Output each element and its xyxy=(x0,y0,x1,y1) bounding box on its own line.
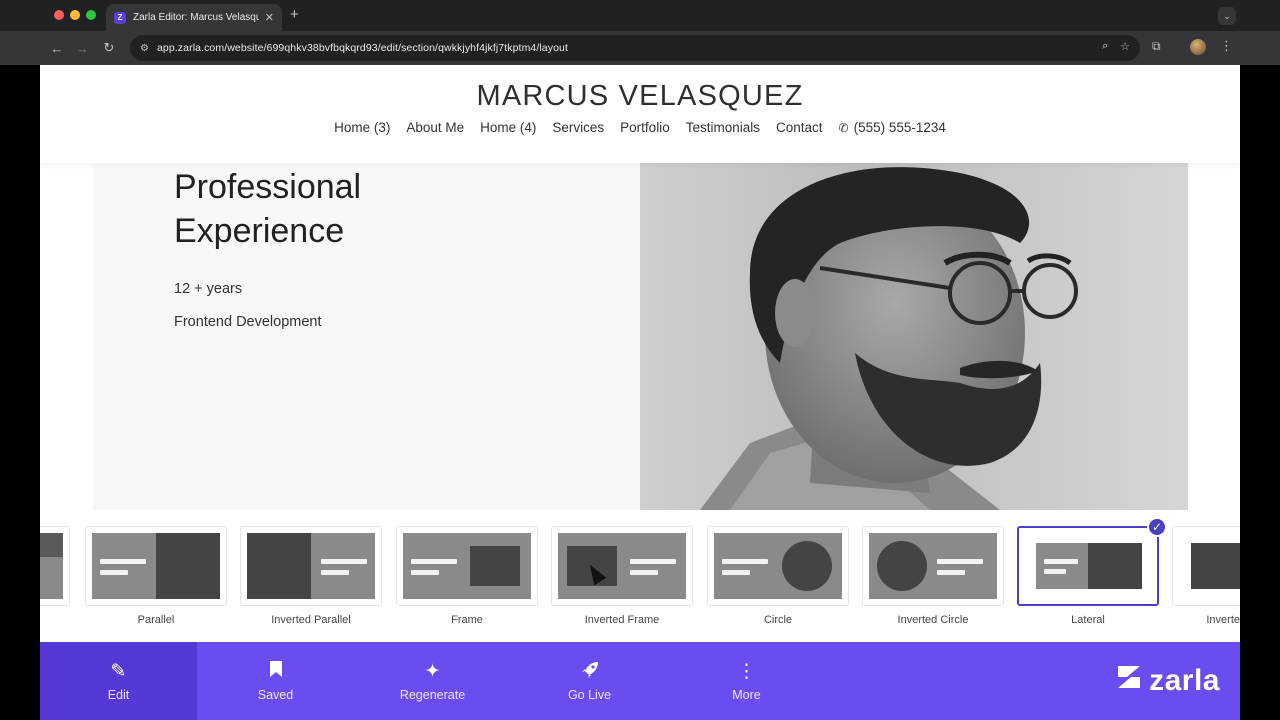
nav-services[interactable]: Services xyxy=(552,120,604,135)
layout-thumbnail xyxy=(247,533,375,599)
go-live-label: Go Live xyxy=(567,688,612,702)
layout-thumbnail xyxy=(40,533,63,599)
extensions-puzzle-icon[interactable]: ⧉ xyxy=(1152,39,1161,54)
more-vertical-icon: ⋮ xyxy=(737,661,756,682)
nav-testimonials[interactable]: Testimonials xyxy=(686,120,760,135)
portrait-illustration xyxy=(700,167,1078,510)
tab-search-chevron-icon[interactable]: ⌄ xyxy=(1218,7,1236,25)
section-heading[interactable]: Professional Experience xyxy=(174,165,494,253)
saved-button[interactable]: Saved xyxy=(197,642,354,720)
saved-label: Saved xyxy=(257,688,294,702)
bookmark-star-icon[interactable]: ☆ xyxy=(1120,40,1130,53)
layout-label-inverted-circle: Inverted Circle xyxy=(897,614,969,626)
browser-tab[interactable]: Z Zarla Editor: Marcus Velasquez ✕ xyxy=(106,4,282,31)
close-window-button[interactable] xyxy=(54,10,64,20)
experience-role[interactable]: Frontend Development xyxy=(174,314,322,330)
layout-label-parallel: Parallel xyxy=(137,614,175,626)
layout-label-inverted-partial: Inverte xyxy=(1206,614,1240,626)
layout-thumbnail xyxy=(92,533,220,599)
minimize-window-button[interactable] xyxy=(70,10,80,20)
more-button[interactable]: ⋮ More xyxy=(668,642,825,720)
editor-bottom-bar: ✎ Edit Saved ✦ Regenerate Go Live ⋮ More xyxy=(40,642,1240,720)
layout-card-inverted-parallel[interactable] xyxy=(240,526,382,606)
nav-about-me[interactable]: About Me xyxy=(406,120,464,135)
layout-card-inverted-frame[interactable] xyxy=(551,526,693,606)
phone-number: (555) 555-1234 xyxy=(853,120,946,135)
regenerate-label: Regenerate xyxy=(399,688,466,702)
zarla-logo-mark-icon xyxy=(1115,664,1143,697)
zarla-wordmark: zarla xyxy=(1149,663,1220,697)
editor-page: MARCUS VELASQUEZ Home (3) About Me Home … xyxy=(40,65,1240,720)
site-title[interactable]: MARCUS VELASQUEZ xyxy=(40,80,1240,113)
layout-label-inverted-frame: Inverted Frame xyxy=(584,614,660,626)
layout-label-circle: Circle xyxy=(763,614,793,626)
nav-portfolio[interactable]: Portfolio xyxy=(620,120,670,135)
more-label: More xyxy=(732,688,761,702)
layout-thumbnail xyxy=(1179,533,1240,599)
layout-thumbnail xyxy=(403,533,531,599)
regenerate-button[interactable]: ✦ Regenerate xyxy=(354,642,511,720)
phone-icon: ✆ xyxy=(838,121,849,135)
layout-thumbnail xyxy=(558,533,686,599)
layout-thumbnail xyxy=(1024,533,1152,599)
edit-button[interactable]: ✎ Edit xyxy=(40,642,197,720)
back-arrow-icon[interactable]: ← xyxy=(48,39,66,57)
browser-toolbar: ← → ↻ ⚙ app.zarla.com/website/699qhkv38b… xyxy=(0,31,1280,65)
maximize-window-button[interactable] xyxy=(86,10,96,20)
sparkle-icon: ✦ xyxy=(424,661,441,682)
bookmark-icon xyxy=(269,660,283,684)
zoom-icon[interactable]: ⌕ xyxy=(1102,40,1108,53)
browser-menu-icon[interactable]: ⋮ xyxy=(1220,38,1233,54)
layout-picker: Parallel Inverted Parallel Frame Inverte… xyxy=(40,510,1240,642)
site-header: MARCUS VELASQUEZ Home (3) About Me Home … xyxy=(40,65,1240,163)
layout-label-lateral: Lateral xyxy=(1071,614,1105,626)
layout-thumbnail xyxy=(714,533,842,599)
forward-arrow-icon[interactable]: → xyxy=(73,39,91,57)
pencil-icon: ✎ xyxy=(110,661,127,682)
layout-card-inverted-circle[interactable] xyxy=(862,526,1004,606)
zarla-favicon-icon: Z xyxy=(114,11,126,24)
selected-check-icon: ✓ xyxy=(1147,517,1167,537)
layout-card-circle[interactable] xyxy=(707,526,849,606)
tab-close-icon[interactable]: ✕ xyxy=(265,11,274,24)
site-settings-icon[interactable]: ⚙ xyxy=(140,43,149,54)
tab-title: Zarla Editor: Marcus Velasquez xyxy=(133,12,259,23)
layout-card-parallel[interactable] xyxy=(85,526,227,606)
layout-card-lateral[interactable] xyxy=(1017,526,1159,606)
site-nav: Home (3) About Me Home (4) Services Port… xyxy=(40,120,1240,135)
nav-contact[interactable]: Contact xyxy=(776,120,823,135)
layout-label-inverted-parallel: Inverted Parallel xyxy=(271,614,351,626)
rocket-icon xyxy=(580,660,600,684)
layout-card-partial-left[interactable] xyxy=(40,526,70,606)
zarla-logo: zarla xyxy=(1115,664,1220,697)
experience-years[interactable]: 12 + years xyxy=(174,281,242,297)
nav-phone[interactable]: ✆ (555) 555-1234 xyxy=(839,120,946,135)
edit-label: Edit xyxy=(107,688,130,702)
portrait-photo[interactable] xyxy=(640,163,1188,510)
tab-strip: Z Zarla Editor: Marcus Velasquez ✕ + ⌄ xyxy=(0,0,1280,31)
url-text: app.zarla.com/website/699qhkv38bvfbqkqrd… xyxy=(156,42,568,54)
nav-home-3[interactable]: Home (3) xyxy=(334,120,390,135)
go-live-button[interactable]: Go Live xyxy=(511,642,668,720)
layout-thumbnail xyxy=(869,533,997,599)
layout-card-inverted-partial[interactable] xyxy=(1172,526,1240,606)
layout-label-frame: Frame xyxy=(451,614,483,626)
profile-avatar[interactable] xyxy=(1190,39,1206,55)
browser-chrome: Z Zarla Editor: Marcus Velasquez ✕ + ⌄ ←… xyxy=(0,0,1280,65)
reload-icon[interactable]: ↻ xyxy=(100,39,118,57)
address-bar[interactable]: ⚙ app.zarla.com/website/699qhkv38bvfbqkq… xyxy=(130,35,1140,61)
new-tab-plus-icon[interactable]: + xyxy=(290,6,299,23)
nav-home-4[interactable]: Home (4) xyxy=(480,120,536,135)
layout-card-frame[interactable] xyxy=(396,526,538,606)
